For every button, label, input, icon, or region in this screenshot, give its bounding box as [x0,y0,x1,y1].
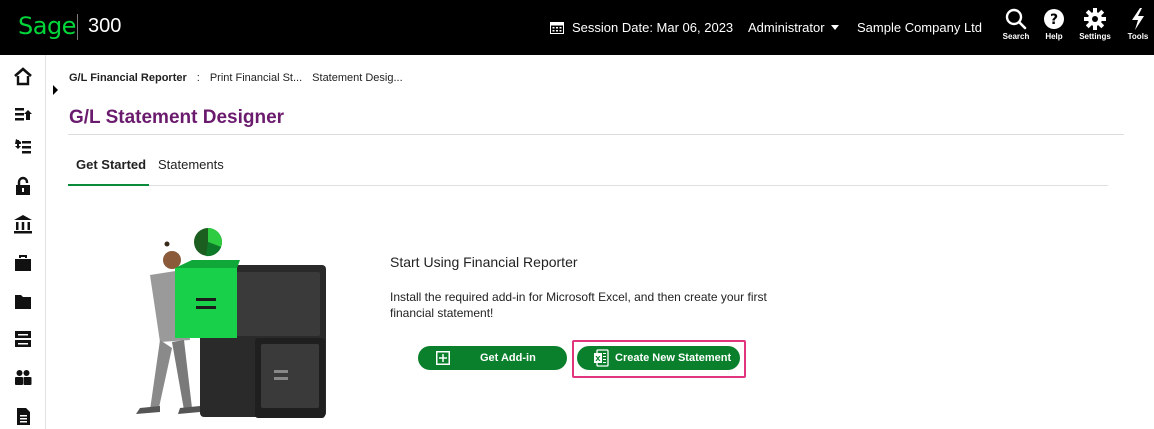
breadcrumb-statement-designer[interactable]: Statement Desig... [312,72,403,84]
tools-button[interactable]: Tools [1118,8,1154,52]
highlight-box [572,340,746,378]
user-menu[interactable]: Administrator [748,20,839,35]
document-icon[interactable] [12,405,34,427]
sidebar [0,55,46,429]
chevron-down-icon [830,25,839,30]
plus-box-icon [436,351,450,365]
people-icon[interactable] [12,366,34,388]
get-add-in-button[interactable]: Get Add-in [418,346,567,370]
settings-label: Settings [1079,32,1111,41]
bank-icon[interactable] [12,213,34,235]
product-name: 300 [88,15,122,37]
calendar-icon [550,22,564,34]
title-divider [68,134,1124,135]
logo-separator [77,14,78,40]
svg-text:?: ? [1050,12,1058,28]
get-add-in-label: Get Add-in [480,352,536,364]
company-name[interactable]: Sample Company Ltd [857,20,982,35]
help-label: Help [1045,32,1063,41]
server-icon[interactable] [12,328,34,350]
lock-icon[interactable] [12,175,34,197]
tab-get-started[interactable]: Get Started [76,157,146,172]
breadcrumb-separator: : [196,72,200,84]
search-icon [1005,8,1027,30]
breadcrumb: G/L Financial Reporter : Print Financial… [69,72,403,84]
page-title: G/L Statement Designer [69,107,285,128]
import-icon[interactable] [12,137,34,159]
top-bar: Sage 300 Session Date: Mar 06, 2023 Admi… [0,0,1154,55]
active-tab-indicator [68,184,149,186]
session-date[interactable]: Session Date: Mar 06, 2023 [550,20,733,35]
tools-label: Tools [1127,32,1149,41]
content-heading: Start Using Financial Reporter [390,254,578,270]
help-button[interactable]: ? Help [1032,8,1076,52]
briefcase-icon[interactable] [12,252,34,274]
sidebar-expand-arrow[interactable] [53,85,58,95]
lightning-icon [1132,8,1144,30]
tabs-divider [68,185,1108,186]
sage-logo[interactable]: Sage [18,12,76,40]
user-name: Administrator [748,20,825,35]
session-date-label: Session Date: Mar 06, 2023 [572,20,734,35]
breadcrumb-print-financial[interactable]: Print Financial St... [210,72,302,84]
settings-button[interactable]: Settings [1073,8,1117,52]
home-icon[interactable] [12,65,34,87]
financial-reporter-illustration [136,228,326,418]
tab-statements[interactable]: Statements [158,157,224,172]
content-description: Install the required add-in for Microsof… [390,290,767,320]
gear-icon [1084,8,1106,30]
export-icon[interactable] [12,104,34,126]
help-icon: ? [1044,9,1064,29]
folder-icon[interactable] [12,290,34,312]
breadcrumb-root[interactable]: G/L Financial Reporter [69,72,187,84]
